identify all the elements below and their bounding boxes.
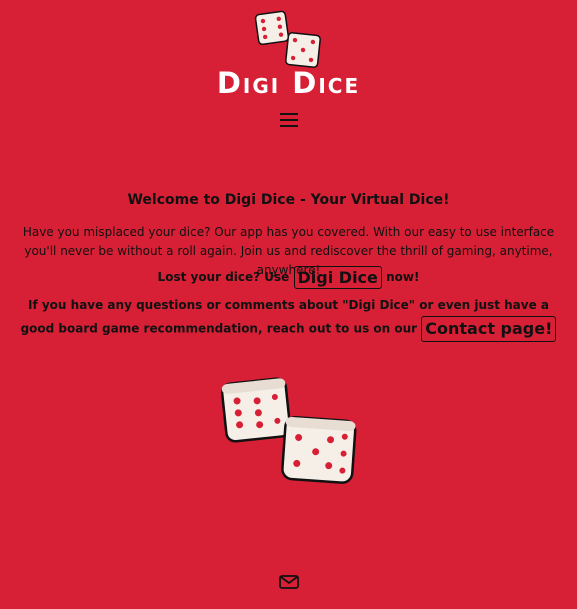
lost-dice-prefix: Lost your dice? Use — [157, 270, 290, 284]
digi-dice-button[interactable]: Digi Dice — [293, 266, 382, 289]
logo[interactable]: Digi Dice — [0, 8, 577, 100]
menu-bar — [280, 119, 298, 121]
dice-pair-icon — [254, 10, 321, 68]
menu-bar — [280, 113, 298, 115]
hamburger-menu-icon[interactable] — [280, 113, 298, 129]
lost-dice-line: Lost your dice? Use Digi Dice now! — [0, 266, 577, 289]
dice-illustration — [220, 377, 357, 484]
lost-dice-suffix: now! — [386, 270, 420, 284]
brand-name: Digi Dice — [216, 66, 361, 100]
page-title: Welcome to Digi Dice - Your Virtual Dice… — [127, 192, 450, 208]
contact-line: If you have any questions or comments ab… — [20, 294, 557, 342]
contact-page-button[interactable]: Contact page! — [421, 316, 557, 342]
envelope-icon[interactable] — [279, 575, 299, 589]
menu-bar — [280, 125, 298, 127]
